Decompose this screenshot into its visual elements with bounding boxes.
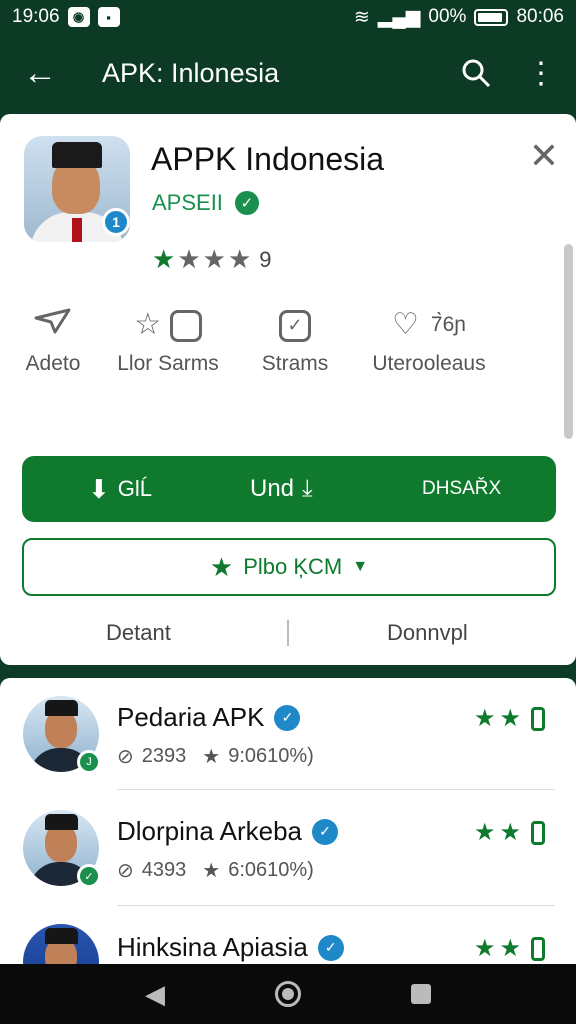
star-filled-icon: ★ [499,705,522,732]
star-filled-icon: ★ [152,244,176,274]
app-icon-badge: 1 [102,208,130,236]
download-count-icon: ⊘ [117,746,134,768]
install-button[interactable]: ⬇ GlĹ Und ⤓ DHSAŘX [22,456,556,522]
star-filled-icon: ★ [474,819,496,846]
status-bar: 19:06 ◉ ▪ ≋ ▂▄▆ 00% 80:06 [0,0,576,34]
star-filled-icon: ★ [499,935,522,962]
send-icon [22,306,84,344]
download-icon: ⤓ [302,475,313,502]
message-notification-icon: ▪ [97,7,120,27]
developer-link[interactable]: APSEII ✓ [152,190,259,216]
app-rating: ★ ★ ★ ★ 9 [152,244,272,275]
item-title: Dlorpina Arkeba [117,816,302,846]
item-title: Hinksina Apiasia [117,932,308,962]
item-title: Pedaria APK [117,702,265,732]
phone-icon [531,936,546,961]
verified-check-icon: ✓ [234,191,259,215]
status-time: 19:06 [12,6,60,27]
install-left-label: GlĹ [117,476,153,501]
star-icon: ★ [202,746,221,768]
item-rating-text: 6:0610%) [228,859,314,881]
verified-icon: ✓ [317,934,344,961]
action-label: Adeto [25,352,81,375]
phone-icon [531,706,546,731]
wishlist-button[interactable]: ★ Plbo ĶCM ▼ [22,538,556,596]
heart-count: 7̀6ɲ [430,313,466,336]
verified-icon: ✓ [312,818,338,845]
star-icon: ★ [202,860,221,882]
action-strams[interactable]: ✓ Strams [258,306,332,376]
item-count: 4393 [141,859,187,881]
battery-percent: 00% [428,6,467,27]
star-icon: ★ [209,551,234,582]
tab-detail[interactable]: Detant [106,620,171,646]
item-rating-text: 9:0610%) [228,745,314,767]
star-filled-icon: ★ [474,935,496,962]
item-count: 2393 [141,745,187,767]
tab-download[interactable]: Donnvpl [387,620,468,646]
page-title: APK: Inlonesia [102,57,280,88]
star-empty-icon: ★ [177,244,201,274]
signal-icon: ▂▄▆ [377,6,421,28]
list-item[interactable]: Hinksina Apiasia ✓ ★ ★ [0,910,576,968]
system-nav-bar: ◀ [0,964,576,1024]
avatar [23,924,99,968]
action-label: Uterooleaus [372,352,486,375]
list-item[interactable]: J Pedaria APK ✓ ⊘ 2393 ★ 9:0610%) ★ ★ [0,678,576,794]
action-llor-sarms[interactable]: ☆ Llor Sarms [112,306,224,376]
app-detail-card: 1 APPK Indonesia APSEII ✓ ✕ ★ ★ ★ ★ 9 Ad… [0,114,576,665]
phone-icon [531,820,546,845]
dropdown-arrow-icon: ▼ [352,558,369,575]
action-label: Strams [261,352,329,375]
tab-divider [287,620,289,646]
avatar-badge: J [77,750,101,774]
camera-notification-icon: ◉ [67,7,90,27]
app-bar: ← APK: Inlonesia ⋮ [0,34,576,112]
star-empty-icon: ★ [227,244,252,274]
wishlist-label: Plbo ĶCM [243,554,343,579]
list-item[interactable]: ✓ Dlorpina Arkeba ✓ ⊘ 4393 ★ 6:0610%) ★ … [0,794,576,910]
nav-recents-icon[interactable] [411,984,431,1004]
action-label: Llor Sarms [117,352,219,375]
image-icon [169,310,202,343]
nav-home-icon[interactable] [275,981,301,1007]
rating-count: 9 [259,246,272,272]
close-icon[interactable]: ✕ [526,138,562,174]
action-adeto[interactable]: Adeto [22,306,84,376]
action-uterooleaus[interactable]: ♡ 7̀6ɲ Uterooleaus [366,306,492,376]
status-time-right: 80:06 [516,6,564,27]
divider [117,789,555,790]
app-name: APPK Indonesia [151,141,385,177]
back-arrow-icon[interactable]: ← [0,34,80,112]
avatar-badge: ✓ [77,864,101,888]
verified-icon: ✓ [274,704,301,731]
shield-download-icon: ⬇ [88,473,110,504]
install-right-label: DHSAŘX [422,478,502,499]
star-filled-icon: ★ [499,819,522,846]
download-count-icon: ⊘ [117,860,134,882]
image-check-icon: ✓ [279,310,311,343]
star-filled-icon: ★ [474,705,496,732]
related-apps-list: J Pedaria APK ✓ ⊘ 2393 ★ 9:0610%) ★ ★ ✓ … [0,678,576,968]
item-stars: ★ ★ [474,818,546,847]
wifi-icon: ≋ [353,6,370,28]
divider [117,905,555,906]
item-stars: ★ ★ [474,934,546,963]
search-icon[interactable] [446,34,506,112]
star-outline-icon: ☆ [134,308,162,341]
star-empty-icon: ★ [202,244,226,274]
scrollbar[interactable] [564,244,573,439]
heart-icon: ♡ [392,308,419,341]
item-stars: ★ ★ [474,704,546,733]
more-vert-icon[interactable]: ⋮ [506,34,576,112]
developer-name: APSEII [152,190,223,215]
install-middle-label: Und [250,475,295,502]
nav-back-icon[interactable]: ◀ [145,979,165,1010]
battery-icon [474,8,509,26]
